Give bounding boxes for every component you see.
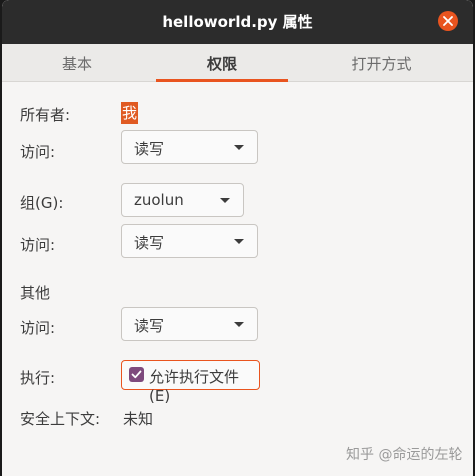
tab-basic[interactable]: 基本 [2, 44, 152, 81]
allow-execute-checkbox[interactable]: 允许执行文件(E) [121, 360, 260, 405]
window-title: helloworld.py 属性 [162, 13, 313, 31]
others-access-dropdown[interactable]: 读写 [121, 307, 258, 341]
execute-label: 执行: [20, 369, 56, 387]
owner-access-dropdown[interactable]: 读写 [121, 130, 258, 164]
watermark-text: 知乎 @命运的左轮 [346, 447, 463, 463]
chevron-down-icon [234, 239, 244, 244]
group-access-value: 读写 [134, 234, 165, 252]
owner-label: 所有者: [20, 106, 71, 124]
chevron-down-icon [234, 145, 244, 150]
security-context-label: 安全上下文: [20, 410, 101, 428]
owner-access-label: 访问: [20, 143, 56, 161]
owner-value: 我 [121, 102, 139, 124]
chevron-down-icon [234, 322, 244, 327]
allow-execute-label: 允许执行文件(E) [149, 368, 240, 405]
others-access-value: 读写 [134, 317, 165, 335]
close-icon [443, 16, 453, 26]
others-heading: 其他 [20, 284, 51, 302]
security-context-value: 未知 [123, 410, 154, 428]
properties-dialog: helloworld.py 属性 基本 权限 打开方式 所有者: 我 访问: 读… [2, 0, 473, 476]
title-bar[interactable]: helloworld.py 属性 [2, 0, 473, 44]
group-value: zuolun [134, 191, 184, 209]
tab-bar: 基本 权限 打开方式 [2, 44, 473, 82]
group-label: 组(G): [20, 194, 64, 212]
tab-open-with[interactable]: 打开方式 [290, 44, 473, 81]
owner-access-value: 读写 [134, 140, 165, 158]
others-access-label: 访问: [20, 319, 56, 337]
close-button[interactable] [438, 11, 458, 31]
chevron-down-icon [220, 198, 230, 203]
tab-permissions[interactable]: 权限 [154, 44, 290, 82]
checkbox-checked-icon [129, 367, 144, 382]
group-dropdown[interactable]: zuolun [121, 183, 244, 217]
group-access-label: 访问: [20, 236, 56, 254]
group-access-dropdown[interactable]: 读写 [121, 224, 258, 258]
